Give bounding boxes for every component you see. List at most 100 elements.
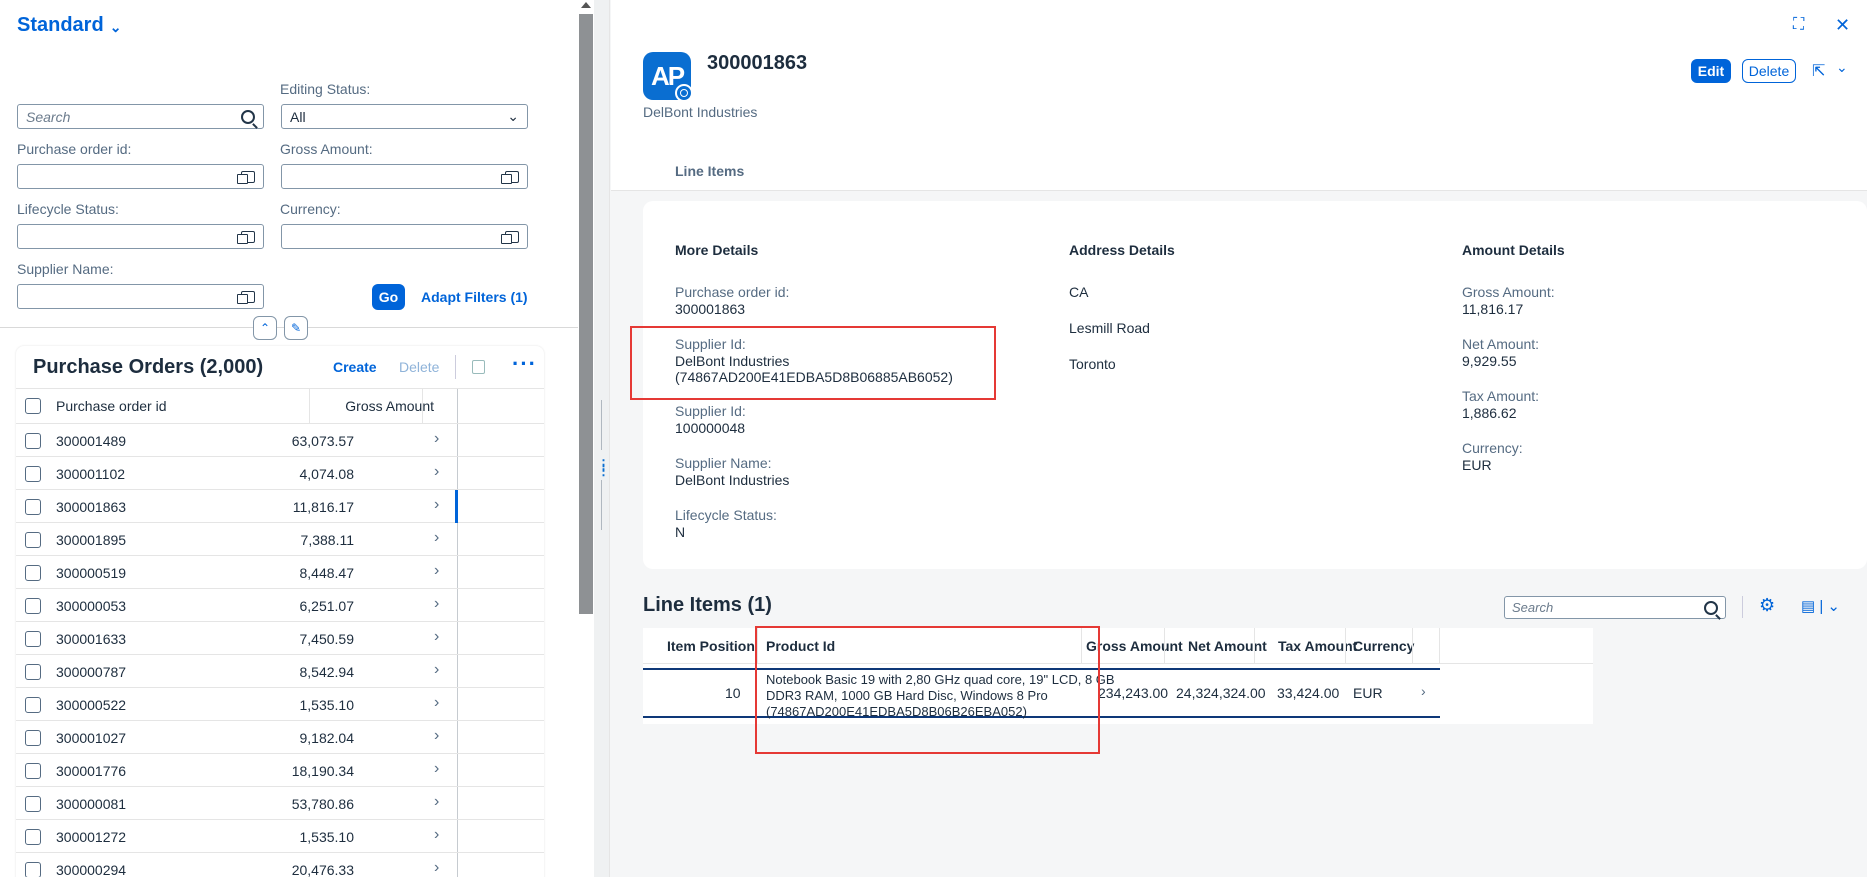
drag-handle-icon[interactable]: ⋮ ⋮ — [597, 458, 610, 477]
scroll-up-icon[interactable] — [581, 2, 591, 8]
select-all-checkbox[interactable] — [25, 398, 41, 414]
chevron-right-icon[interactable]: › — [434, 859, 439, 877]
purchase-orders-table: Purchase Orders (2,000) Create Delete ··… — [16, 346, 544, 877]
zoom-icon[interactable] — [675, 84, 693, 102]
editing-status-select[interactable]: All ⌄ — [281, 104, 528, 129]
table-row[interactable]: 300001633 7,450.59 › — [16, 622, 544, 655]
row-checkbox[interactable] — [25, 763, 41, 779]
value-help-icon[interactable] — [237, 170, 255, 184]
chevron-right-icon[interactable]: › — [434, 661, 439, 679]
editing-status-label: Editing Status: — [280, 81, 371, 97]
currency-input[interactable] — [281, 224, 528, 249]
adapt-filters-link[interactable]: Adapt Filters (1) — [421, 289, 528, 305]
search-icon[interactable] — [1704, 600, 1718, 615]
pane-splitter[interactable]: ⋮ ⋮ — [594, 0, 610, 877]
share-icon[interactable]: ⇱ — [1812, 61, 1825, 81]
chevron-right-icon[interactable]: › — [434, 727, 439, 745]
close-icon[interactable]: ✕ — [1835, 15, 1850, 36]
table-row[interactable]: 300000522 1,535.10 › — [16, 688, 544, 721]
fullscreen-icon[interactable]: ⛶ — [1793, 16, 1804, 34]
row-checkbox[interactable] — [25, 598, 41, 614]
search-field[interactable]: Search — [17, 104, 264, 129]
chevron-right-icon[interactable]: › — [434, 562, 439, 580]
collapse-header-button[interactable]: ⌃ — [253, 316, 277, 340]
table-row[interactable]: 300000519 8,448.47 › — [16, 556, 544, 589]
row-checkbox[interactable] — [25, 862, 41, 877]
edit-button[interactable]: Edit — [1691, 59, 1731, 83]
column-header-gross-amount[interactable]: Gross Amount — [345, 398, 434, 414]
lifecycle-status-input[interactable] — [17, 224, 264, 249]
pin-header-button[interactable]: ✎ — [284, 316, 308, 340]
column-header-gross-amount[interactable]: Gross Amount — [1086, 638, 1183, 654]
chevron-right-icon[interactable]: › — [434, 826, 439, 844]
table-row[interactable]: 300000053 6,251.07 › — [16, 589, 544, 622]
row-checkbox[interactable] — [25, 565, 41, 581]
chevron-down-icon[interactable]: ⌄ — [1836, 59, 1848, 76]
value-help-icon[interactable] — [237, 290, 255, 304]
variant-selector[interactable]: Standard ⌄ — [17, 14, 121, 37]
chevron-right-icon[interactable]: › — [1421, 683, 1426, 699]
search-icon[interactable] — [241, 109, 255, 124]
row-checkbox[interactable] — [25, 796, 41, 812]
gross-amount-cell: 63,073.57 — [291, 433, 354, 449]
line-items-search[interactable]: Search — [1504, 596, 1726, 619]
value-help-icon[interactable] — [237, 230, 255, 244]
table-row[interactable]: 300001102 4,074.08 › — [16, 457, 544, 490]
table-row[interactable]: 300001489 63,073.57 › — [16, 424, 544, 457]
chevron-right-icon[interactable]: › — [434, 694, 439, 712]
value-help-icon[interactable] — [501, 170, 519, 184]
chevron-right-icon[interactable]: › — [434, 496, 439, 514]
row-checkbox[interactable] — [25, 433, 41, 449]
row-checkbox[interactable] — [25, 730, 41, 746]
table-row[interactable]: 300000294 20,476.33 › — [16, 853, 544, 877]
column-header-currency[interactable]: Currency — [1353, 638, 1414, 654]
table-row[interactable]: 300001863 11,816.17 › — [16, 490, 544, 523]
delete-button[interactable]: Delete — [399, 359, 439, 375]
chevron-right-icon[interactable]: › — [434, 595, 439, 613]
table-row[interactable]: 300001027 9,182.04 › — [16, 721, 544, 754]
row-checkbox[interactable] — [25, 829, 41, 845]
more-details-section: More Details Purchase order id: 30000186… — [675, 242, 953, 559]
supplier-name-input[interactable] — [17, 284, 264, 309]
row-checkbox[interactable] — [25, 697, 41, 713]
chevron-right-icon[interactable]: › — [434, 793, 439, 811]
po-id-input[interactable] — [17, 164, 264, 189]
chevron-right-icon[interactable]: › — [434, 760, 439, 778]
more-icon[interactable]: ··· — [512, 351, 537, 377]
gross-amount-input[interactable] — [281, 164, 528, 189]
row-checkbox[interactable] — [25, 631, 41, 647]
column-header-item-position[interactable]: Item Position — [667, 638, 755, 654]
chevron-right-icon[interactable]: › — [434, 529, 439, 547]
list-scrollbar[interactable] — [578, 0, 594, 877]
row-checkbox[interactable] — [25, 664, 41, 680]
table-row[interactable]: 300001272 1,535.10 › — [16, 820, 544, 853]
copy-icon[interactable] — [472, 360, 485, 374]
table-row[interactable]: 300001895 7,388.11 › — [16, 523, 544, 556]
scrollbar-thumb[interactable] — [579, 14, 593, 614]
column-divider — [1254, 628, 1255, 664]
table-row[interactable]: 300000081 53,780.86 › — [16, 787, 544, 820]
table-row[interactable]: 300000787 8,542.94 › — [16, 655, 544, 688]
create-button[interactable]: Create — [333, 359, 377, 375]
gear-icon[interactable]: ⚙ — [1759, 595, 1775, 616]
column-divider — [1412, 628, 1413, 664]
po-id-cell: 300001895 — [56, 532, 127, 548]
table-row[interactable]: 300001776 18,190.34 › — [16, 754, 544, 787]
delete-object-button[interactable]: Delete — [1742, 59, 1796, 83]
value-help-icon[interactable] — [501, 230, 519, 244]
editing-status-value: All — [290, 108, 306, 125]
chevron-right-icon[interactable]: › — [434, 430, 439, 448]
export-icon[interactable]: ▤ | ⌄ — [1801, 597, 1840, 615]
column-header-po-id[interactable]: Purchase order id — [56, 398, 167, 414]
po-id-cell: 300001027 — [56, 730, 127, 746]
row-checkbox[interactable] — [25, 466, 41, 482]
go-button[interactable]: Go — [372, 284, 405, 310]
splitter-line — [601, 400, 602, 450]
row-checkbox[interactable] — [25, 499, 41, 515]
chevron-right-icon[interactable]: › — [434, 628, 439, 646]
variant-label: Standard — [17, 14, 104, 36]
chevron-right-icon[interactable]: › — [434, 463, 439, 481]
row-checkbox[interactable] — [25, 532, 41, 548]
lifecycle-status-value: N — [675, 524, 686, 540]
tab-line-items[interactable]: Line Items — [675, 163, 744, 179]
